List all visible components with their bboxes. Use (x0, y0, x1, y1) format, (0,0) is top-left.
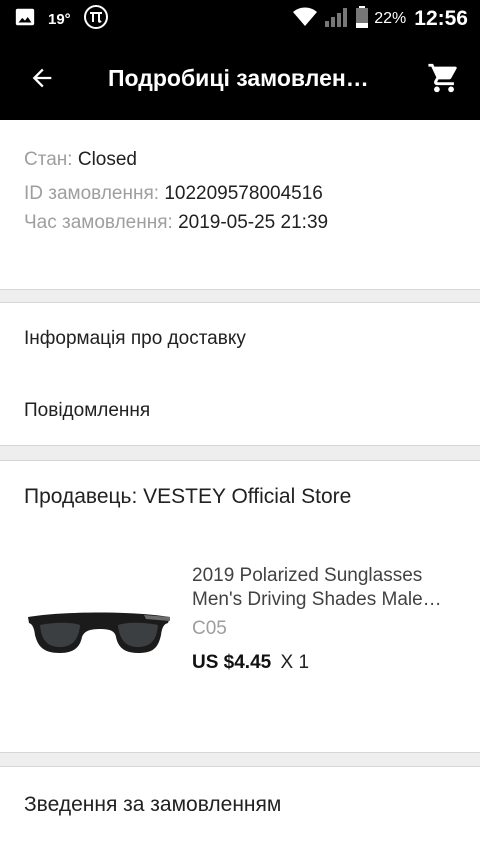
order-summary-title: Зведення за замовленням (24, 793, 282, 816)
wifi-icon (292, 6, 318, 33)
product-sku: C05 (192, 618, 227, 639)
seller-card: Продавець: VESTEY Official Store 2019 Po… (0, 460, 480, 753)
status-label: Стан: (24, 149, 73, 170)
order-status-row: Стан: Closed (24, 149, 137, 171)
product-title-line2: Men's Driving Shades Male… (192, 589, 442, 610)
product-price: US $4.45 (192, 652, 272, 673)
image-icon (14, 6, 36, 33)
arrow-left-icon (28, 64, 56, 97)
order-id-row: ID замовлення: 102209578004516 (24, 183, 323, 205)
status-bar: 19° 22% 12:56 (0, 0, 480, 38)
product-image[interactable] (24, 591, 174, 671)
links-card: Інформація про доставку Повідомлення (0, 302, 480, 446)
order-id-label: ID замовлення: (24, 183, 160, 204)
order-summary-card: Зведення за замовленням (0, 766, 480, 854)
delivery-info-link[interactable]: Інформація про доставку (0, 309, 480, 369)
battery-icon (356, 5, 369, 33)
app-bar: Подробиці замовлен… (0, 38, 480, 120)
messages-link[interactable]: Повідомлення (0, 381, 480, 441)
signal-icon (324, 6, 350, 33)
cart-button[interactable] (424, 60, 464, 100)
order-time-value: 2019-05-25 21:39 (178, 212, 329, 233)
order-meta-card: Стан: Closed ID замовлення: 102209578004… (0, 120, 480, 290)
order-id-value: 102209578004516 (164, 183, 323, 204)
pi-icon (83, 4, 109, 35)
product-quantity: X 1 (280, 652, 310, 673)
back-button[interactable] (24, 62, 60, 98)
shopping-cart-icon (427, 61, 461, 100)
page-title: Подробиці замовлен… (108, 65, 369, 91)
clock: 12:56 (414, 7, 468, 30)
status-value: Closed (77, 149, 137, 170)
seller-title[interactable]: Продавець: VESTEY Official Store (24, 485, 351, 509)
product-title[interactable]: 2019 Polarized Sunglasses Men's Driving … (192, 564, 462, 612)
order-time-label: Час замовлення: (24, 212, 173, 233)
product-price-row: US $4.45 X 1 (192, 652, 309, 674)
order-time-row: Час замовлення: 2019-05-25 21:39 (24, 212, 328, 234)
temperature-text: 19° (48, 10, 71, 28)
product-title-line1: 2019 Polarized Sunglasses (192, 565, 423, 586)
battery-percent: 22% (374, 10, 407, 27)
